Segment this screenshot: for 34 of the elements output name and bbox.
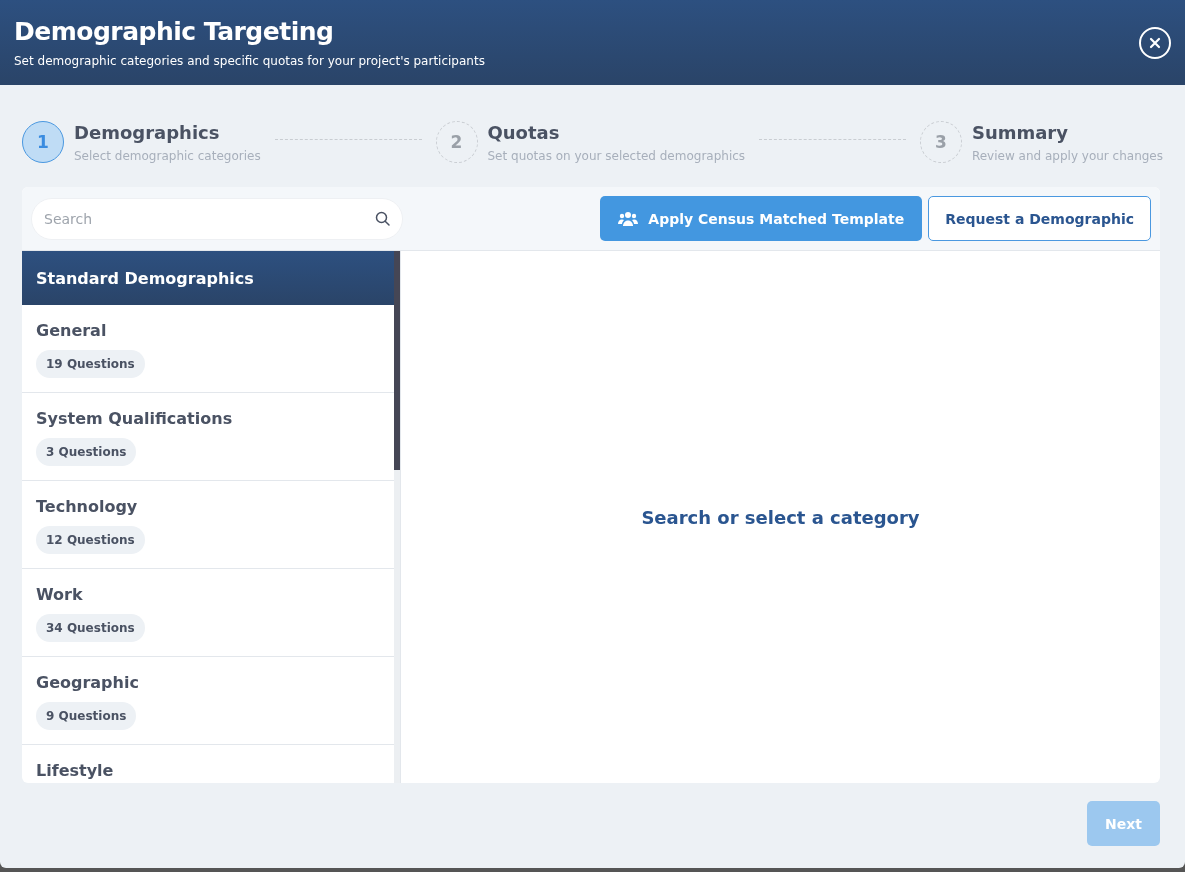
close-button[interactable] (1139, 26, 1171, 59)
category-item[interactable]: System Qualifications 3 Questions (22, 393, 394, 481)
search-field[interactable]: Search (31, 197, 403, 240)
category-name: Lifestyle (36, 761, 114, 780)
request-demographic-button[interactable]: Request a Demographic (928, 196, 1151, 241)
empty-state-message: Search or select a category (641, 506, 920, 528)
scrollbar-thumb[interactable] (394, 251, 400, 470)
question-count-badge: 3 Questions (36, 438, 137, 466)
search-icon (375, 210, 390, 226)
step-description: Select demographic categories (74, 148, 261, 163)
users-icon (618, 210, 639, 227)
category-item[interactable]: Work 34 Questions (22, 569, 394, 657)
category-name: System Qualifications (36, 409, 233, 428)
step-description: Review and apply your changes (971, 148, 1163, 163)
question-count-badge: 34 Questions (36, 614, 145, 642)
question-count-badge: 9 Questions (36, 702, 137, 730)
step-title: Demographics (74, 121, 221, 143)
category-name: Geographic (36, 673, 139, 692)
category-item[interactable]: Geographic 9 Questions (22, 657, 394, 745)
step-number: 1 (22, 121, 64, 163)
sidebar-heading: Standard Demographics (22, 251, 394, 305)
category-item[interactable]: Technology 12 Questions (22, 481, 394, 569)
category-name: Work (36, 585, 83, 604)
category-item[interactable]: General 19 Questions (22, 305, 394, 393)
category-name: General (36, 321, 107, 340)
dialog-subtitle: Set demographic categories and specific quotas for your project's participants (14, 54, 485, 68)
category-name: Technology (36, 497, 138, 516)
question-count-badge: 12 Questions (36, 526, 145, 554)
dialog-title: Demographic Targeting (14, 17, 335, 46)
step-description: Set quotas on your selected demographics (487, 148, 746, 163)
close-icon (1149, 36, 1161, 49)
step-title: Quotas (487, 121, 561, 143)
step-title: Summary (971, 121, 1069, 143)
question-count-badge: 19 Questions (36, 350, 145, 378)
